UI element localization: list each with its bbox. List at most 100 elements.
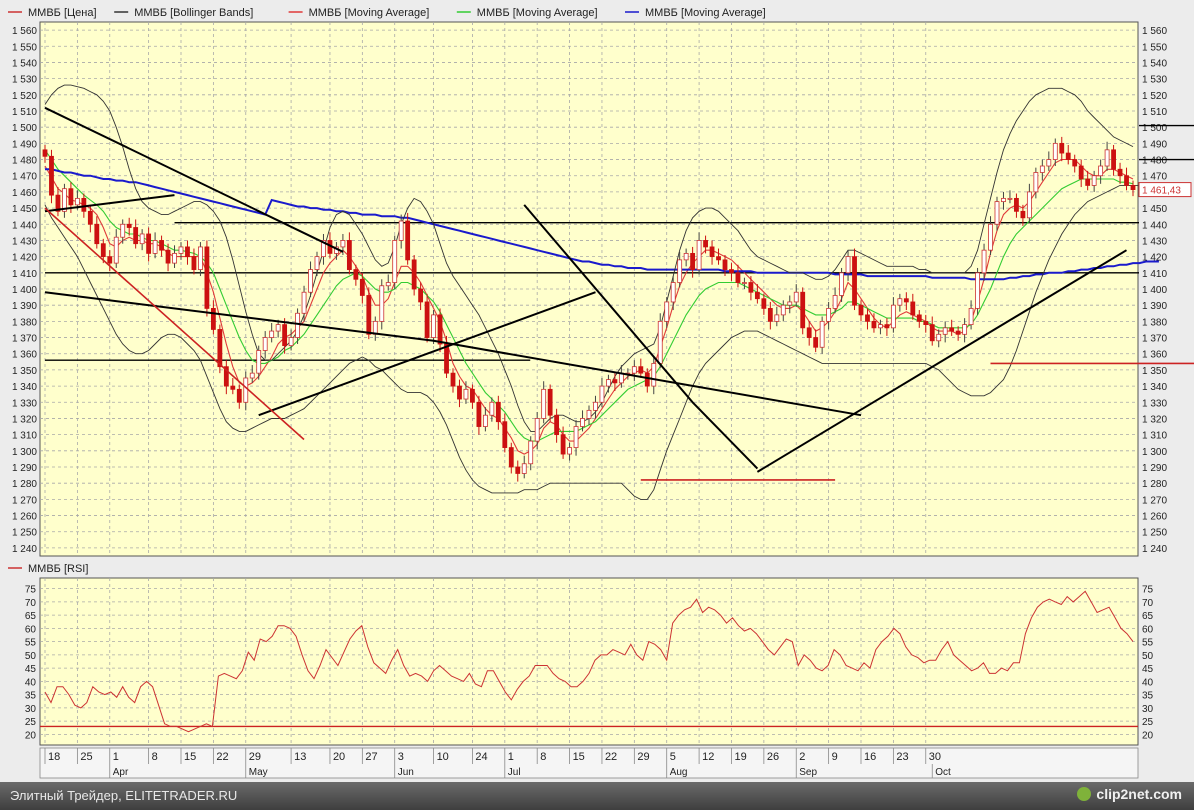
candle-body xyxy=(340,240,346,248)
price-ytick-label: 1 360 xyxy=(1142,350,1167,361)
candle-body xyxy=(942,327,948,335)
rsi-ytick-label: 30 xyxy=(1142,704,1154,715)
candle-body xyxy=(482,414,488,427)
x-day-label: 8 xyxy=(540,751,546,763)
candle-body xyxy=(890,304,896,329)
candle-body xyxy=(1111,149,1116,170)
candle-body xyxy=(405,220,411,261)
candle-body xyxy=(761,298,767,309)
candle-body xyxy=(735,272,741,283)
x-day-label: 10 xyxy=(437,751,449,763)
price-ytick-label: 1 300 xyxy=(12,447,37,458)
price-ytick-label: 1 280 xyxy=(12,479,37,490)
candle-body xyxy=(716,256,721,261)
candle-body xyxy=(651,363,657,387)
rsi-ytick-label: 50 xyxy=(1142,651,1154,662)
candle-body xyxy=(1085,178,1091,186)
price-ytick-label: 1 550 xyxy=(1142,42,1167,53)
brand-logo[interactable]: clip2net.com xyxy=(1077,786,1182,802)
candle-body xyxy=(159,240,164,251)
candle-body xyxy=(392,240,398,283)
x-day-label: 12 xyxy=(702,751,714,763)
candle-body xyxy=(787,301,793,306)
candle-body xyxy=(638,366,644,374)
x-axis-strip xyxy=(39,747,1139,779)
candle-body xyxy=(411,259,417,290)
price-ytick-label: 1 470 xyxy=(1142,172,1167,183)
candle-body xyxy=(1059,142,1065,154)
candle-body xyxy=(1104,149,1110,167)
rsi-ytick-label: 60 xyxy=(25,624,37,635)
price-ytick-label: 1 340 xyxy=(1142,382,1167,393)
candle-body xyxy=(580,418,585,427)
candle-body xyxy=(314,256,320,270)
candle-body xyxy=(68,188,74,206)
rsi-ytick-label: 35 xyxy=(25,691,37,702)
price-ytick-label: 1 260 xyxy=(1142,512,1167,523)
candle-body xyxy=(346,240,352,270)
rsi-ytick-label: 55 xyxy=(25,638,37,649)
candle-body xyxy=(722,259,728,270)
price-ytick-label: 1 320 xyxy=(12,414,37,425)
candle-body xyxy=(696,240,702,270)
candle-body xyxy=(431,314,436,338)
candle-body xyxy=(923,320,929,326)
candle-body xyxy=(133,227,139,245)
candle-body xyxy=(994,201,1000,225)
brand-text: clip2net.com xyxy=(1096,786,1182,802)
candle-body xyxy=(903,298,909,303)
price-ytick-label: 1 440 xyxy=(1142,220,1167,231)
candle-body xyxy=(120,223,126,238)
candle-body xyxy=(295,312,300,338)
candle-body xyxy=(81,197,87,212)
candle-body xyxy=(87,210,93,225)
candle-body xyxy=(301,291,307,314)
price-ytick-label: 1 270 xyxy=(1142,495,1167,506)
x-day-label: 18 xyxy=(48,751,60,763)
x-day-label: 24 xyxy=(475,751,487,763)
x-day-label: 19 xyxy=(734,751,746,763)
candle-body xyxy=(165,249,171,264)
x-day-label: 25 xyxy=(80,751,92,763)
candle-body xyxy=(444,343,449,374)
candle-body xyxy=(793,291,799,303)
price-ytick-label: 1 480 xyxy=(12,156,37,167)
candle-body xyxy=(729,269,734,274)
candle-body xyxy=(916,314,922,322)
candle-body xyxy=(573,426,579,448)
rsi-ytick-label: 20 xyxy=(1142,730,1154,741)
candle-body xyxy=(1124,175,1129,186)
candle-body xyxy=(819,320,825,348)
x-month-label: Sep xyxy=(799,767,817,778)
price-ytick-label: 1 400 xyxy=(1142,285,1167,296)
price-ytick-label: 1 490 xyxy=(1142,139,1167,150)
price-ytick-label: 1 330 xyxy=(12,398,37,409)
price-ytick-label: 1 430 xyxy=(1142,236,1167,247)
price-ytick-label: 1 320 xyxy=(1142,414,1167,425)
candle-body xyxy=(42,149,48,157)
candle-body xyxy=(845,256,851,274)
candle-body xyxy=(878,324,883,329)
rsi-panel: ММВБ [RSI] 20 20 25 25 30 30 35 35 40 40 45 45 50 50 55… xyxy=(8,563,1154,746)
candle-body xyxy=(554,414,560,436)
rsi-ytick-label: 35 xyxy=(1142,691,1154,702)
x-day-label: 1 xyxy=(113,751,119,763)
candle-body xyxy=(606,379,611,387)
candle-body xyxy=(49,155,54,196)
x-day-label: 13 xyxy=(294,751,306,763)
candle-body xyxy=(832,295,838,309)
candle-body xyxy=(910,301,916,316)
price-ytick-label: 1 530 xyxy=(12,75,37,86)
x-day-label: 16 xyxy=(864,751,876,763)
candle-body xyxy=(988,223,993,251)
price-ytick-label: 1 300 xyxy=(1142,447,1167,458)
x-day-label: 15 xyxy=(184,751,196,763)
candle-body xyxy=(826,308,832,322)
x-day-label: 2 xyxy=(799,751,805,763)
candle-body xyxy=(567,447,572,455)
candle-body xyxy=(269,330,275,338)
price-ytick-label: 1 350 xyxy=(1142,366,1167,377)
x-month-label: May xyxy=(249,767,268,778)
x-day-label: 3 xyxy=(398,751,404,763)
candle-body xyxy=(275,324,281,332)
